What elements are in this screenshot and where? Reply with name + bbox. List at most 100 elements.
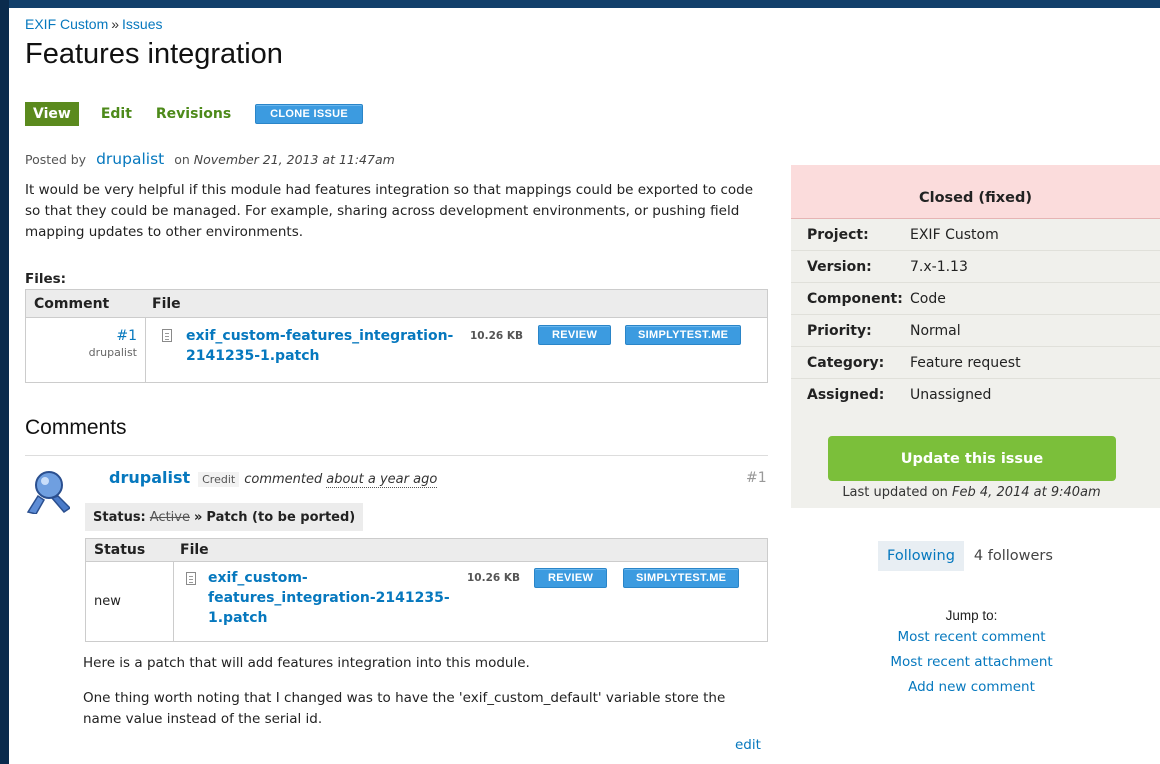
comment-paragraph-1: Here is a patch that will add features i… (83, 655, 530, 671)
breadcrumb-project-link[interactable]: EXIF Custom (25, 16, 108, 32)
status-change-label: Status: (93, 509, 146, 525)
update-issue-button[interactable]: Update this issue (828, 436, 1116, 481)
last-updated-date: Feb 4, 2014 at 9:40am (952, 485, 1101, 500)
status-old: Active (149, 509, 190, 525)
post-meta: Posted by drupalist on November 21, 2013… (25, 150, 395, 168)
meta-key: Assigned: (807, 387, 885, 403)
comment-body: Here is a patch that will add features i… (83, 653, 763, 744)
file-comment-number-link[interactable]: #1 (26, 328, 137, 344)
review-button[interactable]: REVIEW (534, 568, 608, 588)
meta-key: Component: (807, 290, 903, 307)
comment-header: drupalist Credit commented about a year … (109, 468, 438, 488)
meta-value: Feature request (910, 354, 1021, 371)
comment-files-table: Status File new exif_custom- features_in… (85, 538, 768, 642)
jump-most-recent-attachment[interactable]: Most recent attachment (791, 654, 1152, 670)
comment-time: about a year ago (326, 472, 438, 488)
comment-files-header: Status File (86, 539, 767, 562)
tab-view[interactable]: View (25, 102, 79, 126)
meta-value: EXIF Custom (910, 226, 999, 243)
posted-by-label: Posted by (25, 152, 87, 167)
table-row: #1 drupalist exif_custom-features_integr… (26, 318, 767, 382)
jump-to-label: Jump to: (945, 608, 998, 623)
simplytest-button[interactable]: SIMPLYTEST.ME (625, 325, 742, 345)
files-header-comment: Comment (34, 295, 110, 312)
posted-on-label: on (174, 152, 190, 167)
meta-value: 7.x-1.13 (910, 258, 968, 275)
file-size: 10.26 KB (470, 330, 524, 342)
files-label: Files: (25, 271, 67, 287)
window-top-edge (0, 0, 1160, 8)
clone-issue-button[interactable]: CLONE ISSUE (255, 104, 364, 124)
followers-count: 4 followers (973, 548, 1053, 564)
files-table: Comment File #1 drupalist exif_custom-fe… (25, 289, 768, 383)
meta-value: Code (910, 290, 946, 307)
jump-to-menu: Jump to: Most recent comment Most recent… (791, 608, 1152, 704)
meta-row-assigned: Assigned: Unassigned (791, 379, 1160, 411)
comment-edit-link[interactable]: edit (735, 737, 761, 753)
comment-file-line2: features_integration-2141235- (208, 590, 450, 606)
comment-verb: commented (244, 472, 323, 487)
status-arrow: » (193, 509, 203, 525)
comment-author-link[interactable]: drupalist (109, 468, 190, 487)
jump-add-new-comment[interactable]: Add new comment (791, 679, 1152, 695)
comment-file-size: 10.26 KB (467, 572, 521, 584)
status-new: Patch (to be ported) (206, 509, 356, 525)
comment-paragraph-2: One thing worth noting that I changed wa… (83, 690, 726, 727)
post-author-link[interactable]: drupalist (96, 150, 164, 168)
status-change: Status: Active » Patch (to be ported) (85, 503, 364, 531)
comment-file-status: new (86, 562, 174, 641)
meta-row-version: Version: 7.x-1.13 (791, 251, 1160, 283)
meta-key: Version: (807, 258, 872, 275)
meta-row-component: Component: Code (791, 283, 1160, 315)
meta-key: Priority: (807, 322, 872, 339)
comment-file-cell: exif_custom- features_integration-214123… (174, 562, 767, 641)
comments-divider (25, 455, 768, 456)
file-cell: exif_custom-features_integration- 214123… (146, 318, 767, 382)
credit-badge[interactable]: Credit (198, 472, 240, 487)
file-name-line2: 2141235-1.patch (186, 348, 320, 364)
files-table-header: Comment File (26, 290, 767, 318)
meta-row-project: Project: EXIF Custom (791, 219, 1160, 251)
issue-page: EXIF Custom» Issues Features integration … (9, 8, 1160, 764)
comment-files-header-file: File (180, 542, 209, 558)
file-link[interactable]: exif_custom-features_integration- 214123… (186, 326, 453, 366)
table-row: new exif_custom- features_integration-21… (86, 562, 767, 641)
document-icon (162, 329, 172, 342)
meta-value: Unassigned (910, 387, 992, 403)
issue-body: It would be very helpful if this module … (25, 182, 754, 240)
following-button[interactable]: Following (878, 541, 964, 571)
last-updated-prefix: Last updated on (842, 485, 948, 500)
meta-row-category: Category: Feature request (791, 347, 1160, 379)
jump-most-recent-comment[interactable]: Most recent comment (791, 629, 1152, 645)
file-name-line1: exif_custom-features_integration- (186, 328, 454, 344)
breadcrumb-separator: » (111, 16, 120, 32)
file-comment-cell: #1 drupalist (26, 318, 146, 382)
page-title: Features integration (25, 38, 283, 70)
file-comment-author: drupalist (88, 346, 137, 359)
comment-file-line3: 1.patch (208, 610, 268, 626)
issue-tabs: View Edit Revisions CLONE ISSUE (25, 102, 364, 126)
files-header-file: File (152, 295, 181, 312)
comment-permalink[interactable]: #1 (746, 470, 767, 486)
following-widget: Following 4 followers (878, 541, 1053, 571)
status-badge: Closed (fixed) (791, 165, 1160, 219)
review-button[interactable]: REVIEW (538, 325, 612, 345)
meta-key: Category: (807, 354, 885, 371)
comments-heading: Comments (25, 416, 127, 439)
window-left-edge (0, 0, 9, 764)
breadcrumb: EXIF Custom» Issues (25, 16, 163, 32)
post-date: November 21, 2013 at 11:47am (193, 152, 395, 167)
tab-edit[interactable]: Edit (101, 106, 132, 122)
comment-file-link[interactable]: exif_custom- features_integration-214123… (208, 568, 450, 628)
tab-revisions[interactable]: Revisions (156, 106, 231, 122)
issue-summary-box: Closed (fixed) Project: EXIF Custom Vers… (791, 165, 1160, 508)
last-updated: Last updated on Feb 4, 2014 at 9:40am (791, 485, 1152, 500)
meta-key: Project: (807, 226, 869, 243)
meta-row-priority: Priority: Normal (791, 315, 1160, 347)
simplytest-button[interactable]: SIMPLYTEST.ME (623, 568, 740, 588)
comment-file-line1: exif_custom- (208, 570, 308, 586)
meta-value: Normal (910, 322, 961, 339)
document-icon (186, 572, 196, 585)
breadcrumb-issues-link[interactable]: Issues (122, 16, 162, 32)
user-avatar-icon[interactable] (24, 468, 70, 514)
